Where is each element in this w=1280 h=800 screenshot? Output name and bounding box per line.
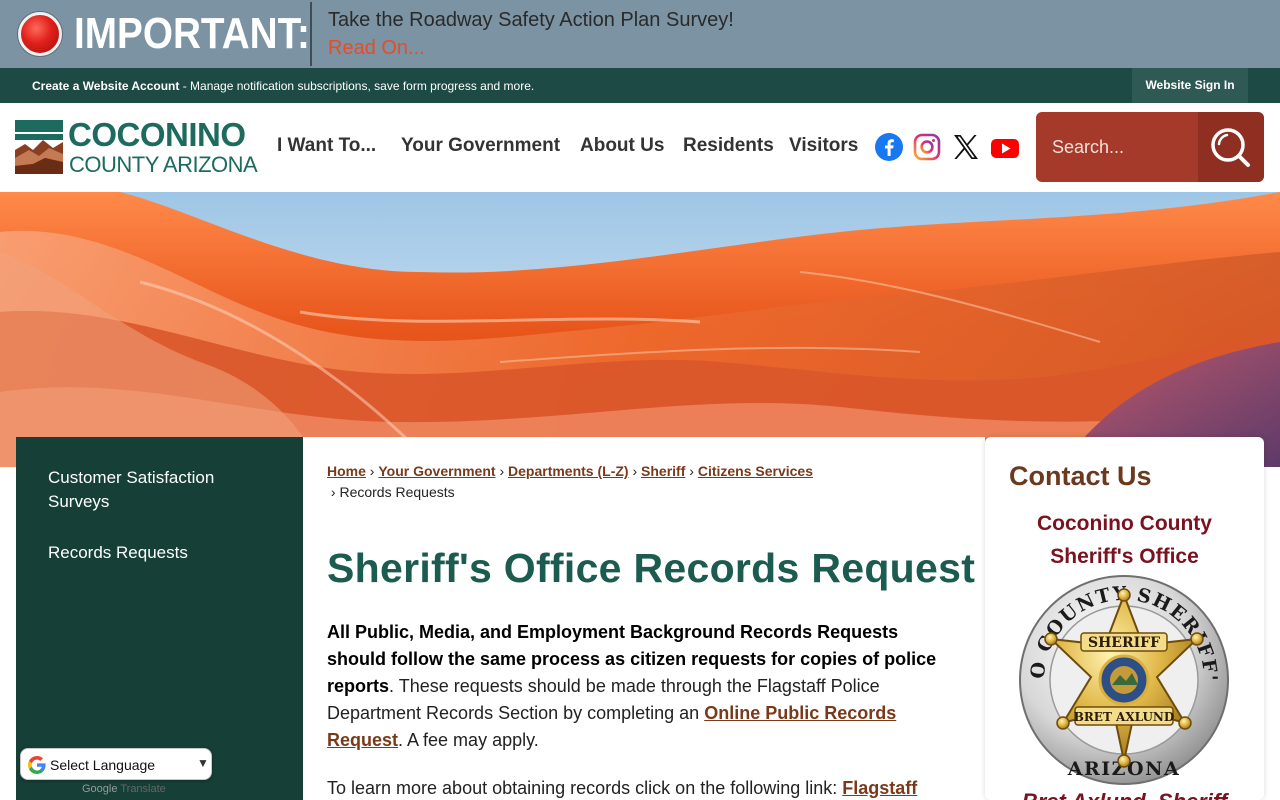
account-bar-description: - Manage notification subscriptions, sav… [179,79,535,93]
nav-i-want-to[interactable]: I Want To... [277,103,376,192]
breadcrumb-sheriff[interactable]: Sheriff [641,463,685,479]
logo-mountain-icon [15,120,63,174]
sheriff-badge-image: COCONINO COUNTY SHERIFF'S OFFICE ARIZONA… [1017,573,1229,785]
chevron-down-icon: ▼ [197,756,209,770]
contact-heading: Contact Us [1009,461,1152,491]
nav-your-government[interactable]: Your Government [401,103,560,192]
alert-banner: IMPORTANT: Take the Roadway Safety Actio… [0,0,1280,68]
alert-message: Take the Roadway Safety Action Plan Surv… [328,9,734,31]
breadcrumb-separator: › [369,463,375,479]
breadcrumb-current: Records Requests [339,484,455,500]
sidebar-item-customer-satisfaction-surveys[interactable]: Customer Satisfaction Surveys [48,466,278,514]
records-paragraph-fee: . A fee may apply. [398,730,539,750]
logo-title: COCONINO [68,116,246,153]
translate-wordmark: Translate [120,783,166,795]
account-bar-text: Create a Website Account - Manage notifi… [32,79,534,93]
sidebar-item-records-requests[interactable]: Records Requests [48,541,278,565]
account-bar: Create a Website Account - Manage notifi… [0,68,1280,103]
search-box [1036,112,1264,182]
create-account-link[interactable]: Create a Website Account [32,79,179,93]
search-icon [1211,128,1250,167]
contact-org-line1: Coconino County [1037,512,1212,535]
alert-divider [310,2,312,66]
logo-subtitle: COUNTY ARIZONA [69,152,258,177]
breadcrumb-departments[interactable]: Departments (L-Z) [508,463,629,479]
contact-us-card: Contact Us Coconino County Sheriff's Off… [985,437,1264,800]
flagstaff-link[interactable]: Flagstaff [842,778,917,798]
breadcrumb-citizens-services[interactable]: Citizens Services [698,463,813,479]
breadcrumb-separator: › [632,463,638,479]
powered-by-google-translate: Google Translate [82,783,166,795]
breadcrumb: Home › Your Government › Departments (L-… [327,461,967,503]
select-language-dropdown[interactable]: Select Language ▼ [20,748,212,780]
breadcrumb-separator: › [499,463,505,479]
main-content: Home › Your Government › Departments (L-… [303,437,985,800]
google-icon [28,756,46,774]
county-logo[interactable]: COCONINO COUNTY ARIZONA [15,116,260,178]
nav-visitors[interactable]: Visitors [789,103,858,192]
hero-canyon-image [0,192,1280,467]
breadcrumb-your-government[interactable]: Your Government [378,463,495,479]
records-paragraph: All Public, Media, and Employment Backgr… [327,619,957,754]
select-language-label: Select Language [50,757,156,773]
breadcrumb-separator: › [330,484,336,500]
badge-center-text: SHERIFF [1088,635,1160,651]
x-icon[interactable] [951,132,981,162]
search-input[interactable] [1036,112,1198,182]
breadcrumb-separator: › [689,463,694,479]
instagram-icon[interactable] [912,132,942,162]
badge-name-text: BRET AXLUND [1074,710,1175,724]
website-sign-in-button[interactable]: Website Sign In [1132,68,1248,103]
youtube-icon[interactable] [990,132,1020,162]
site-header: COCONINO COUNTY ARIZONA I Want To... You… [0,103,1280,192]
contact-org-line2: Sheriff's Office [1050,545,1199,568]
google-wordmark: Google [82,783,118,795]
alert-read-on-link[interactable]: Read On... [328,37,425,60]
learn-more-paragraph: To learn more about obtaining records cl… [327,775,957,800]
learn-more-text: To learn more about obtaining records cl… [327,778,843,798]
alert-icon [18,12,62,56]
breadcrumb-home[interactable]: Home [327,463,366,479]
nav-residents[interactable]: Residents [683,103,774,192]
nav-about-us[interactable]: About Us [580,103,664,192]
contact-organization: Coconino County Sheriff's Office [985,507,1264,573]
sidebar-nav: Customer Satisfaction Surveys Records Re… [16,437,303,800]
contact-sheriff-name: Bret Axlund, Sheriff [985,789,1264,800]
page-title: Sheriff's Office Records Request [327,545,976,591]
facebook-icon[interactable] [874,132,904,162]
search-button[interactable] [1198,112,1264,182]
alert-label: IMPORTANT: [74,9,310,58]
